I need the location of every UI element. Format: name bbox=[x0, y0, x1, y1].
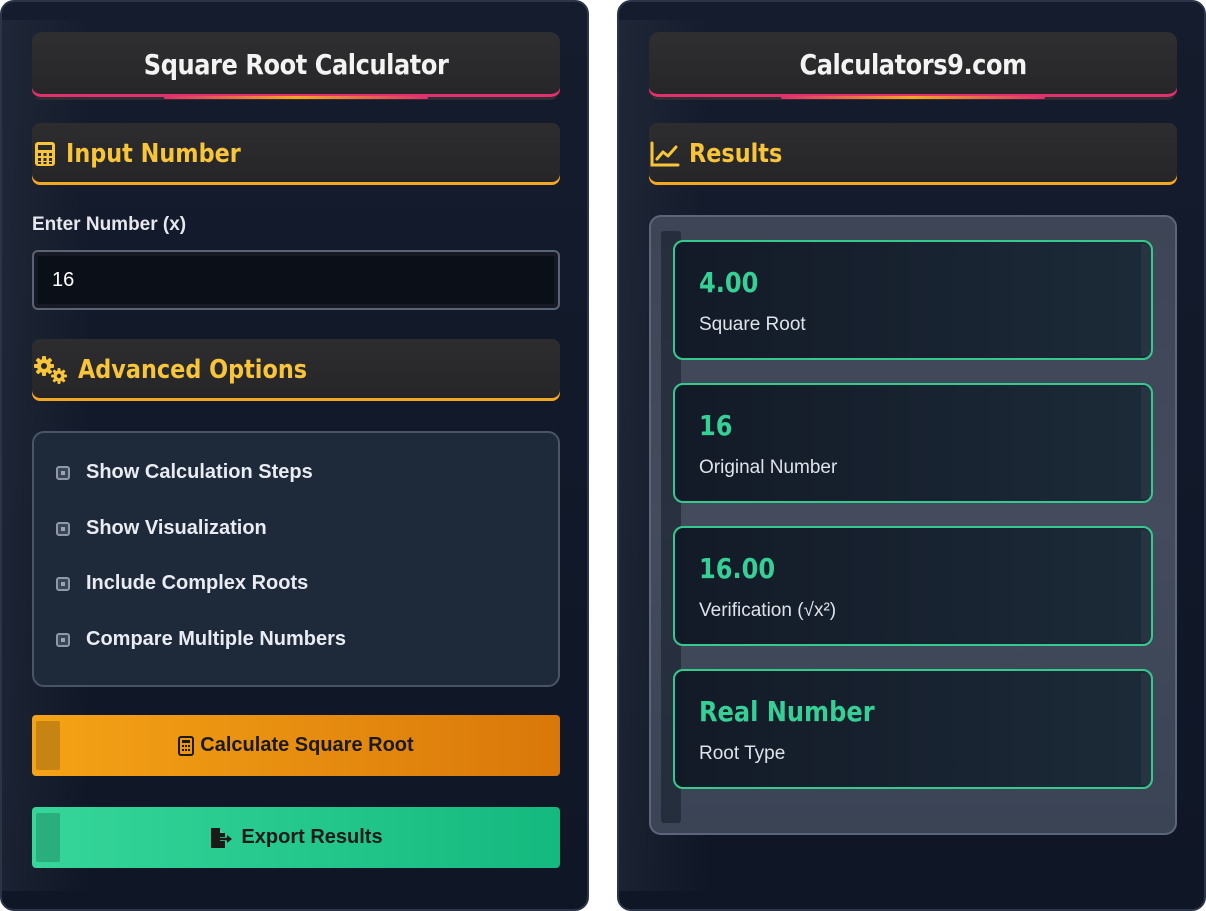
export-button-label: Export Results bbox=[241, 826, 383, 848]
results-panel: Calculators9.com Results 4.00 Square Roo… bbox=[617, 0, 1206, 911]
result-card-original-number: 16 Original Number bbox=[673, 383, 1153, 503]
option-label: Compare Multiple Numbers bbox=[86, 628, 347, 650]
chart-line-icon bbox=[649, 140, 681, 168]
advanced-options-header: Advanced Options bbox=[32, 339, 560, 401]
result-value: Real Number bbox=[699, 695, 875, 728]
site-title: Calculators9.com bbox=[799, 48, 1027, 81]
gears-icon bbox=[32, 356, 70, 384]
option-compare-numbers[interactable]: Compare Multiple Numbers bbox=[56, 628, 346, 651]
results-header: Results bbox=[649, 123, 1177, 185]
calculator-panel: Square Root Calculator Input Number Ente… bbox=[0, 0, 589, 911]
option-show-steps[interactable]: Show Calculation Steps bbox=[56, 461, 313, 484]
page-title: Square Root Calculator bbox=[143, 48, 449, 81]
calculator-title-box: Square Root Calculator bbox=[32, 32, 560, 100]
checkbox[interactable] bbox=[56, 632, 70, 647]
site-title-box: Calculators9.com bbox=[649, 32, 1177, 100]
file-export-icon bbox=[209, 827, 235, 849]
calculate-button[interactable]: Calculate Square Root bbox=[32, 715, 560, 776]
result-caption: Square Root bbox=[699, 314, 806, 335]
number-input[interactable] bbox=[32, 250, 560, 310]
result-value: 16 bbox=[699, 409, 733, 442]
results-container: 4.00 Square Root 16 Original Number 16.0… bbox=[649, 215, 1177, 835]
option-label: Show Visualization bbox=[86, 517, 267, 539]
checkbox[interactable] bbox=[56, 521, 70, 536]
option-label: Show Calculation Steps bbox=[86, 461, 313, 483]
export-button[interactable]: Export Results bbox=[32, 807, 560, 868]
section-title: Input Number bbox=[66, 139, 241, 169]
calculate-button-label: Calculate Square Root bbox=[200, 734, 414, 756]
calculator-icon bbox=[178, 735, 195, 756]
calculator-icon bbox=[32, 140, 58, 168]
result-caption: Original Number bbox=[699, 457, 838, 478]
result-card-root-type: Real Number Root Type bbox=[673, 669, 1153, 789]
advanced-options-list: Show Calculation Steps Show Visualizatio… bbox=[32, 431, 560, 687]
result-caption: Root Type bbox=[699, 743, 786, 764]
option-show-visualization[interactable]: Show Visualization bbox=[56, 517, 267, 540]
result-card-verification: 16.00 Verification (√x²) bbox=[673, 526, 1153, 646]
checkbox[interactable] bbox=[56, 576, 70, 591]
number-field-label: Enter Number (x) bbox=[32, 214, 187, 235]
result-card-square-root: 4.00 Square Root bbox=[673, 240, 1153, 360]
option-complex-roots[interactable]: Include Complex Roots bbox=[56, 572, 308, 595]
section-title: Advanced Options bbox=[78, 355, 308, 385]
result-value: 16.00 bbox=[699, 552, 776, 585]
result-caption: Verification (√x²) bbox=[699, 600, 837, 621]
option-label: Include Complex Roots bbox=[86, 572, 309, 594]
checkbox[interactable] bbox=[56, 465, 70, 480]
result-value: 4.00 bbox=[699, 266, 759, 299]
input-number-header: Input Number bbox=[32, 123, 560, 185]
section-title: Results bbox=[689, 139, 783, 169]
